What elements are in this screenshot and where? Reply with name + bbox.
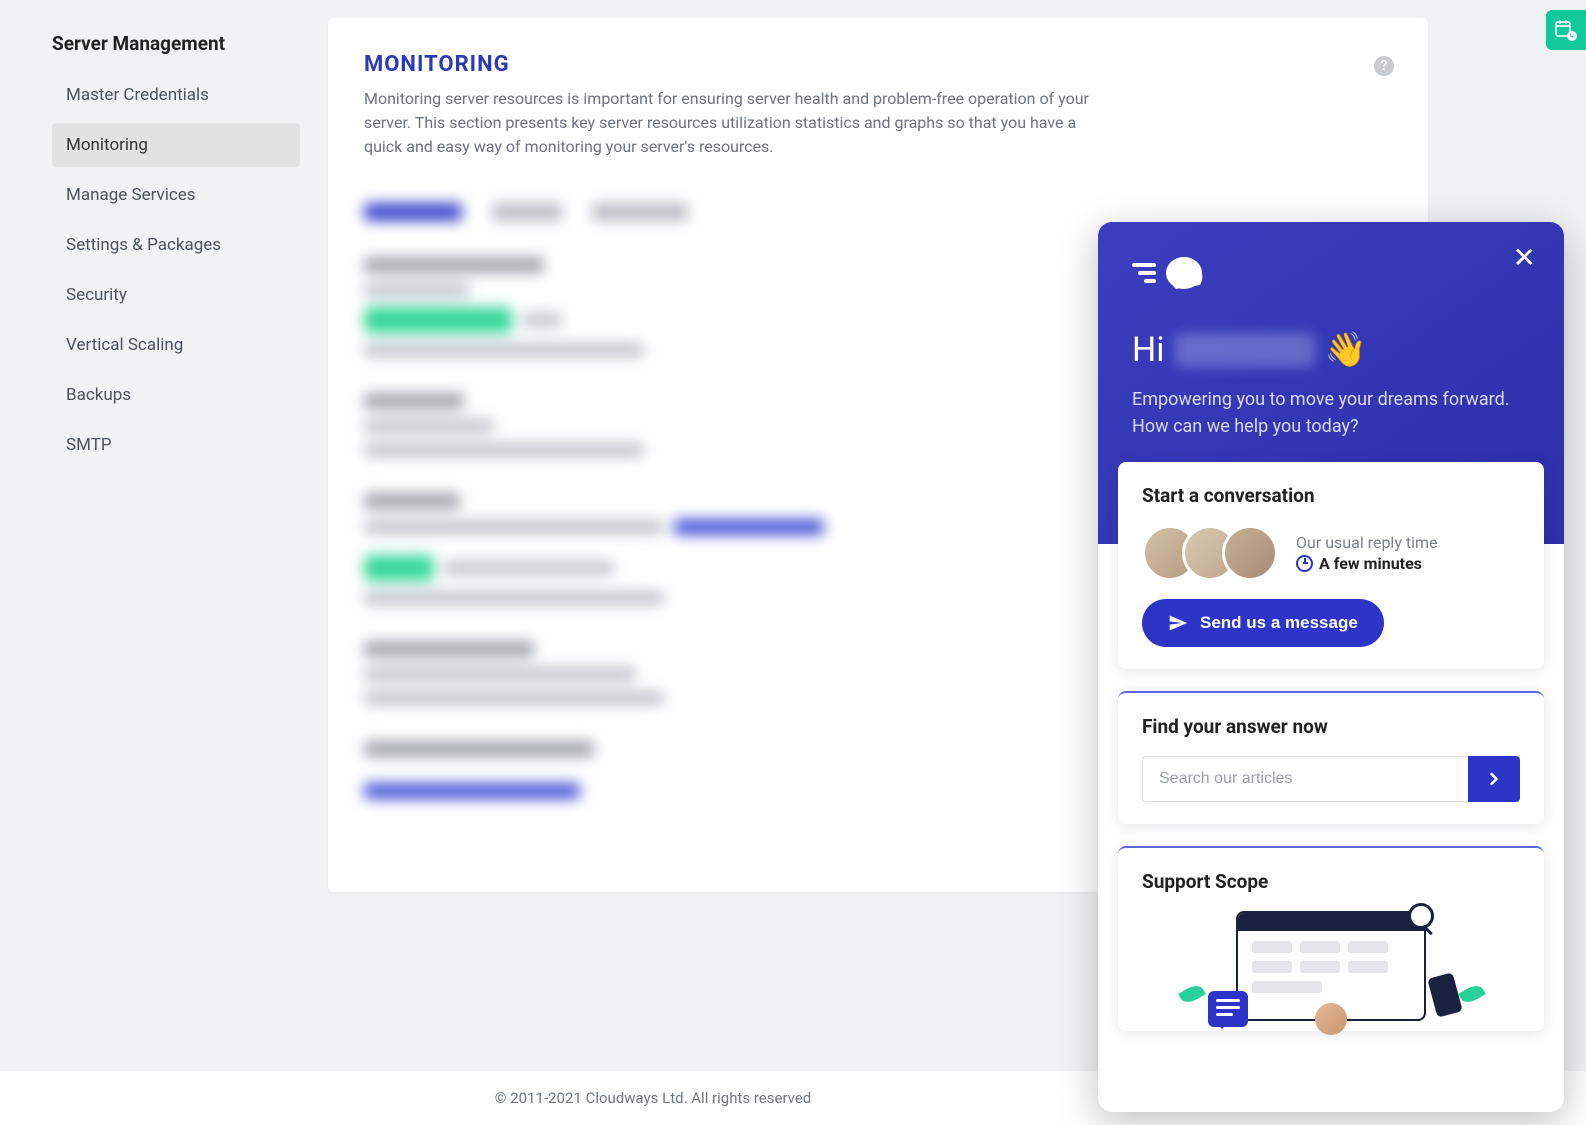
conversation-card: Start a conversation Our usual reply tim… <box>1118 462 1544 669</box>
calendar-phone-icon <box>1554 18 1578 42</box>
greeting-name-redacted <box>1175 333 1315 367</box>
brand-logo-icon <box>1132 252 1530 292</box>
footer-copyright: © 2011-2021 Cloudways Ltd. All rights re… <box>495 1089 812 1107</box>
chat-greeting: Hi 👋 <box>1132 330 1530 370</box>
search-submit-button[interactable] <box>1468 756 1520 802</box>
sidebar: Server Management Master Credentials Mon… <box>0 0 310 1125</box>
sidebar-item-label: Security <box>66 285 127 305</box>
reply-time-label: Our usual reply time <box>1296 533 1438 552</box>
wave-icon: 👋 <box>1325 330 1367 370</box>
clock-icon <box>1296 555 1313 572</box>
sidebar-item-label: Settings & Packages <box>66 235 221 255</box>
sidebar-title: Server Management <box>52 32 300 55</box>
sidebar-item-label: Backups <box>66 385 131 405</box>
avatar <box>1222 525 1278 581</box>
sidebar-item-label: SMTP <box>66 435 112 455</box>
sidebar-item-label: Master Credentials <box>66 85 209 105</box>
support-scope-card[interactable]: Support Scope <box>1118 846 1544 1031</box>
search-title: Find your answer now <box>1142 715 1520 738</box>
sidebar-item-vertical-scaling[interactable]: Vertical Scaling <box>52 323 300 367</box>
send-icon <box>1168 613 1188 633</box>
send-message-button[interactable]: Send us a message <box>1142 599 1384 647</box>
agent-avatars <box>1142 525 1278 581</box>
page-title: MONITORING <box>364 52 1392 77</box>
search-card: Find your answer now <box>1118 691 1544 824</box>
sidebar-item-smtp[interactable]: SMTP <box>52 423 300 467</box>
sidebar-item-label: Vertical Scaling <box>66 335 183 355</box>
page-description: Monitoring server resources is important… <box>364 87 1114 159</box>
sidebar-item-label: Monitoring <box>66 135 148 155</box>
sidebar-item-monitoring[interactable]: Monitoring <box>52 123 300 167</box>
sidebar-item-label: Manage Services <box>66 185 196 205</box>
greeting-hi: Hi <box>1132 330 1165 370</box>
send-button-label: Send us a message <box>1200 613 1358 633</box>
chevron-right-icon <box>1484 769 1504 789</box>
sidebar-item-backups[interactable]: Backups <box>52 373 300 417</box>
sidebar-item-manage-services[interactable]: Manage Services <box>52 173 300 217</box>
sidebar-item-security[interactable]: Security <box>52 273 300 317</box>
book-call-button[interactable] <box>1546 10 1586 50</box>
chat-subtitle: Empowering you to move your dreams forwa… <box>1132 386 1530 440</box>
support-scope-illustration <box>1142 911 1520 1031</box>
help-icon[interactable]: ? <box>1374 56 1394 76</box>
close-icon[interactable]: ✕ <box>1513 244 1536 272</box>
reply-time-value: A few minutes <box>1319 554 1422 573</box>
chat-widget: ✕ Hi 👋 Empowering you to move your dream… <box>1098 222 1564 1112</box>
sidebar-item-master-credentials[interactable]: Master Credentials <box>52 73 300 117</box>
conversation-title: Start a conversation <box>1142 484 1520 507</box>
search-input[interactable] <box>1142 756 1468 802</box>
sidebar-item-settings-packages[interactable]: Settings & Packages <box>52 223 300 267</box>
support-scope-title: Support Scope <box>1142 870 1520 893</box>
